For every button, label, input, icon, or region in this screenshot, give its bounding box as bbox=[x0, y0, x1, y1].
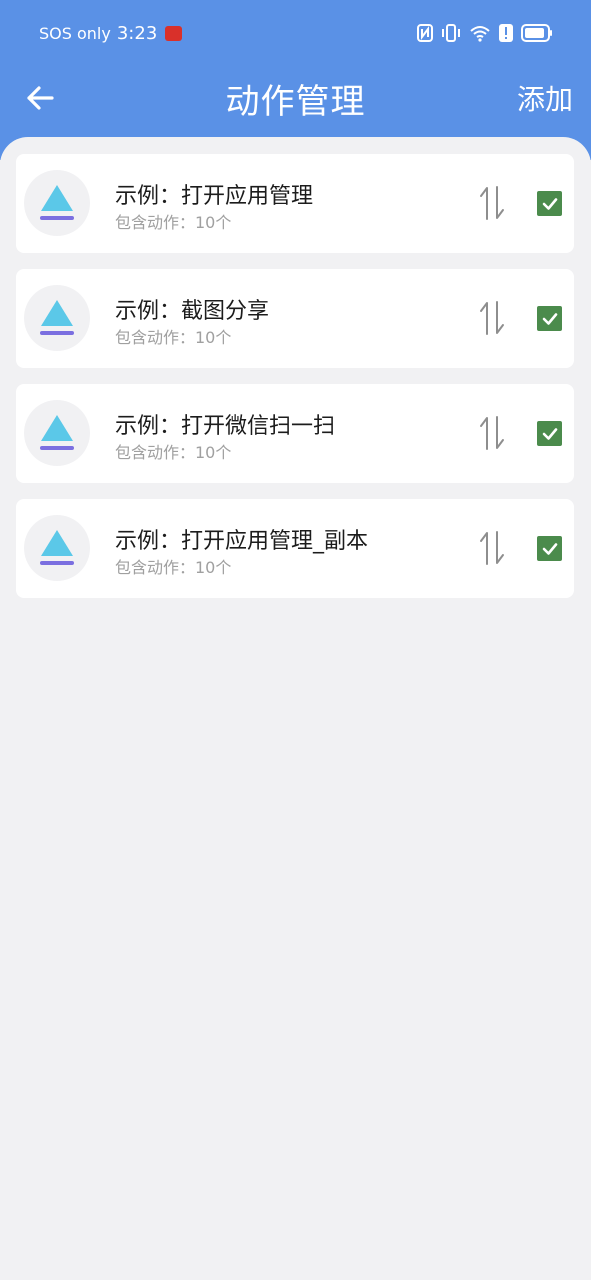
header: SOS only 3:23 动作管理 添加 bbox=[0, 0, 591, 160]
item-subtitle: 包含动作：10个 bbox=[115, 328, 232, 347]
item-subtitle: 包含动作：10个 bbox=[115, 443, 232, 462]
nfc-icon bbox=[417, 24, 433, 42]
checkmark-icon bbox=[542, 197, 557, 210]
status-bar: SOS only 3:23 bbox=[0, 0, 591, 66]
app-bar: 动作管理 添加 bbox=[0, 66, 591, 130]
page-title: 动作管理 bbox=[225, 82, 366, 122]
list-item[interactable]: 示例：打开应用管理_副本 包含动作：10个 bbox=[16, 499, 574, 598]
sort-handle[interactable] bbox=[475, 184, 509, 222]
action-icon bbox=[24, 170, 90, 236]
action-list: 示例：打开应用管理 包含动作：10个 示例：截图分享 包含动作：10个 示例：打… bbox=[0, 137, 591, 1280]
vibrate-icon bbox=[441, 23, 461, 43]
sort-arrows-icon bbox=[480, 531, 504, 565]
notification-badge-icon bbox=[165, 25, 183, 41]
enable-checkbox[interactable] bbox=[537, 421, 562, 446]
enable-checkbox[interactable] bbox=[537, 536, 562, 561]
wifi-icon bbox=[469, 24, 491, 42]
action-icon bbox=[24, 400, 90, 466]
add-button[interactable]: 添加 bbox=[517, 78, 573, 118]
alert-icon bbox=[499, 24, 513, 42]
list-item[interactable]: 示例：打开应用管理 包含动作：10个 bbox=[16, 154, 574, 253]
status-time: 3:23 bbox=[116, 22, 158, 44]
checkmark-icon bbox=[542, 312, 557, 325]
list-item[interactable]: 示例：打开微信扫一扫 包含动作：10个 bbox=[16, 384, 574, 483]
item-subtitle: 包含动作：10个 bbox=[115, 558, 232, 577]
checkmark-icon bbox=[542, 427, 557, 440]
item-title: 示例：打开应用管理_副本 bbox=[115, 529, 369, 554]
item-title: 示例：打开微信扫一扫 bbox=[115, 414, 336, 439]
enable-checkbox[interactable] bbox=[537, 306, 562, 331]
battery-icon bbox=[521, 24, 553, 42]
status-left: SOS only 3:23 bbox=[39, 22, 183, 44]
status-right bbox=[417, 22, 553, 44]
carrier-text: SOS only bbox=[39, 23, 111, 43]
sort-arrows-icon bbox=[480, 301, 504, 335]
item-title: 示例：截图分享 bbox=[115, 299, 270, 324]
sort-handle[interactable] bbox=[475, 299, 509, 337]
item-subtitle: 包含动作：10个 bbox=[115, 213, 232, 232]
enable-checkbox[interactable] bbox=[537, 191, 562, 216]
action-icon bbox=[24, 285, 90, 351]
sort-arrows-icon bbox=[480, 186, 504, 220]
checkmark-icon bbox=[542, 542, 557, 555]
action-icon bbox=[24, 515, 90, 581]
list-item[interactable]: 示例：截图分享 包含动作：10个 bbox=[16, 269, 574, 368]
item-title: 示例：打开应用管理 bbox=[115, 184, 314, 209]
sort-handle[interactable] bbox=[475, 529, 509, 567]
sort-handle[interactable] bbox=[475, 414, 509, 452]
sort-arrows-icon bbox=[480, 416, 504, 450]
